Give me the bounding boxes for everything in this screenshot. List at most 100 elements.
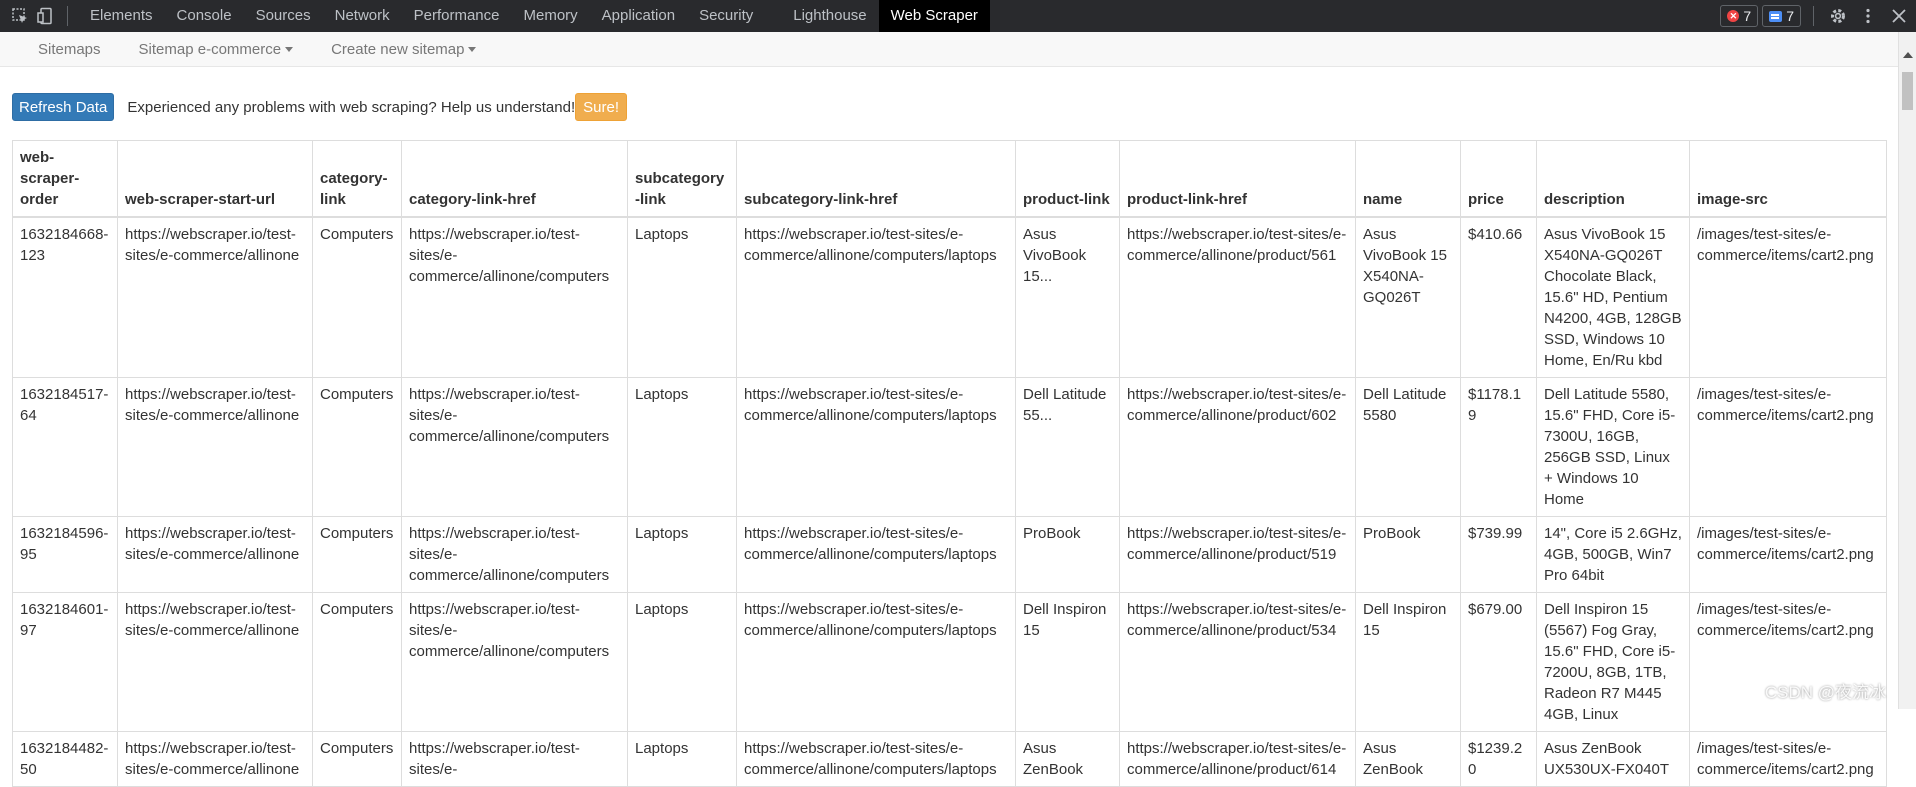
table-cell-web-scraper-start-url: https://webscraper.io/test-sites/e-comme… xyxy=(117,377,313,517)
table-cell-category-link-href: https://webscraper.io/test-sites/e-comme… xyxy=(401,516,628,593)
column-header-subcategory-link: subcategory-link xyxy=(627,140,737,218)
toolbar-divider-right xyxy=(1813,6,1814,26)
table-cell-category-link-href: https://webscraper.io/test-sites/e-comme… xyxy=(401,592,628,732)
table-cell-product-link: Asus VivoBook 15... xyxy=(1015,216,1120,378)
devtools-tabs: Elements Console Sources Network Performance… xyxy=(78,0,990,32)
tab-console[interactable]: Console xyxy=(165,0,244,32)
table-cell-category-link-href: https://webscraper.io/test-sites/e-comme… xyxy=(401,377,628,517)
column-header-image-src: image-src xyxy=(1689,140,1887,218)
table-cell-subcategory-link: Laptops xyxy=(627,592,737,732)
inspect-element-icon[interactable] xyxy=(7,0,33,32)
table-cell-category-link: Computers xyxy=(312,216,402,378)
table-body: 1632184668-123 https://webscraper.io/test… xyxy=(12,216,1887,787)
refresh-data-button[interactable]: Refresh Data xyxy=(12,93,115,121)
data-toolbar: Refresh Data Experienced any problems wi… xyxy=(12,93,627,121)
tab-elements[interactable]: Elements xyxy=(78,0,165,32)
table-cell-image-src: /images/test-sites/e-commerce/items/cart… xyxy=(1689,216,1887,378)
table-row: 1632184517-64 https://webscraper.io/test-… xyxy=(12,377,1887,517)
device-toolbar-icon[interactable] xyxy=(33,0,59,32)
error-count-badge[interactable]: ✕ 7 xyxy=(1720,5,1759,27)
table-cell-subcategory-link-href: https://webscraper.io/test-sites/e-comme… xyxy=(736,377,1016,517)
table-cell-price: $739.99 xyxy=(1460,516,1537,593)
table-cell-web-scraper-order: 1632184482-50 xyxy=(12,731,118,787)
table-cell-product-link: ProBook xyxy=(1015,516,1120,593)
error-icon: ✕ xyxy=(1727,10,1740,22)
nav-sitemap-dropdown[interactable]: Sitemap e-commerce xyxy=(120,41,313,58)
table-cell-image-src: /images/test-sites/e-commerce/items/cart… xyxy=(1689,377,1887,517)
table-cell-image-src: /images/test-sites/e-commerce/items/cart… xyxy=(1689,731,1887,787)
tab-application[interactable]: Application xyxy=(590,0,687,32)
nav-sitemaps-label: Sitemaps xyxy=(38,40,101,58)
table-cell-category-link-href: https://webscraper.io/test-sites/e- xyxy=(401,731,628,787)
column-header-product-link-href: product-link-href xyxy=(1119,140,1356,218)
scrollbar-thumb[interactable] xyxy=(1902,72,1913,110)
scraper-navbar: Sitemaps Sitemap e-commerce Create new s… xyxy=(0,32,1898,67)
scroll-up-icon[interactable] xyxy=(1902,52,1913,58)
table-cell-product-link-href: https://webscraper.io/test-sites/e-comme… xyxy=(1119,731,1356,787)
table-cell-subcategory-link: Laptops xyxy=(627,216,737,378)
caret-down-icon xyxy=(468,46,477,52)
tab-memory[interactable]: Memory xyxy=(512,0,590,32)
tab-security[interactable]: Security xyxy=(687,0,765,32)
tab-lighthouse[interactable]: Lighthouse xyxy=(781,0,878,32)
table-cell-product-link-href: https://webscraper.io/test-sites/e-comme… xyxy=(1119,516,1356,593)
table-cell-web-scraper-order: 1632184601-97 xyxy=(12,592,118,732)
sure-button[interactable]: Sure! xyxy=(575,93,627,121)
table-cell-web-scraper-order: 1632184517-64 xyxy=(12,377,118,517)
table-cell-web-scraper-order: 1632184668-123 xyxy=(12,216,118,378)
table-cell-product-link: Dell Inspiron 15 xyxy=(1015,592,1120,732)
table-cell-price: $1239.20 xyxy=(1460,731,1537,787)
table-cell-subcategory-link-href: https://webscraper.io/test-sites/e-comme… xyxy=(736,516,1016,593)
more-options-icon[interactable] xyxy=(1854,0,1882,32)
table-cell-product-link-href: https://webscraper.io/test-sites/e-comme… xyxy=(1119,592,1356,732)
table-row: 1632184482-50 https://webscraper.io/test-… xyxy=(12,731,1887,787)
column-header-web-scraper-start-url: web-scraper-start-url xyxy=(117,140,313,218)
table-header-row: web-scraper-order web-scraper-start-url ca… xyxy=(12,140,1887,218)
error-count: 7 xyxy=(1743,8,1752,24)
message-count-badge[interactable]: 7 xyxy=(1762,5,1801,27)
column-header-category-link-href: category-link-href xyxy=(401,140,628,218)
column-header-product-link: product-link xyxy=(1015,140,1120,218)
column-header-web-scraper-order: web-scraper-order xyxy=(12,140,118,218)
message-icon xyxy=(1769,10,1783,22)
table-cell-price: $679.00 xyxy=(1460,592,1537,732)
nav-create-sitemap[interactable]: Create new sitemap xyxy=(312,41,495,58)
watermark: CSDN @夜流冰 xyxy=(1764,683,1886,702)
tab-network[interactable]: Network xyxy=(323,0,402,32)
nav-sitemap-label: Sitemap e-commerce xyxy=(138,40,282,58)
column-header-description: description xyxy=(1536,140,1690,218)
table-row: 1632184601-97 https://webscraper.io/test-… xyxy=(12,592,1887,732)
scraped-data-table: web-scraper-order web-scraper-start-url ca… xyxy=(12,140,1887,787)
vertical-scrollbar[interactable] xyxy=(1898,32,1916,709)
table-cell-subcategory-link-href: https://webscraper.io/test-sites/e-comme… xyxy=(736,731,1016,787)
gear-icon[interactable] xyxy=(1822,0,1854,32)
table-cell-category-link: Computers xyxy=(312,377,402,517)
table-cell-web-scraper-start-url: https://webscraper.io/test-sites/e-comme… xyxy=(117,592,313,732)
column-header-subcategory-link-href: subcategory-link-href xyxy=(736,140,1016,218)
table-cell-description: Asus VivoBook 15 X540NA-GQ026T Chocolate… xyxy=(1536,216,1690,378)
table-row: 1632184668-123 https://webscraper.io/test… xyxy=(12,216,1887,378)
table-cell-web-scraper-order: 1632184596-95 xyxy=(12,516,118,593)
nav-sitemaps[interactable]: Sitemaps xyxy=(0,41,120,58)
table-cell-subcategory-link: Laptops xyxy=(627,516,737,593)
table-cell-subcategory-link-href: https://webscraper.io/test-sites/e-comme… xyxy=(736,216,1016,378)
table-cell-category-link-href: https://webscraper.io/test-sites/e-comme… xyxy=(401,216,628,378)
table-cell-category-link: Computers xyxy=(312,516,402,593)
column-header-price: price xyxy=(1460,140,1537,218)
tab-performance[interactable]: Performance xyxy=(402,0,512,32)
table-cell-subcategory-link-href: https://webscraper.io/test-sites/e-comme… xyxy=(736,592,1016,732)
table-row: 1632184596-95 https://webscraper.io/test-… xyxy=(12,516,1887,593)
column-header-category-link: category-link xyxy=(312,140,402,218)
table-cell-price: $410.66 xyxy=(1460,216,1537,378)
table-cell-description: Dell Inspiron 15 (5567) Fog Gray, 15.6" … xyxy=(1536,592,1690,732)
tab-sources[interactable]: Sources xyxy=(244,0,323,32)
table-cell-category-link: Computers xyxy=(312,592,402,732)
table-cell-description: Asus ZenBook UX530UX-FX040T xyxy=(1536,731,1690,787)
tab-web-scraper[interactable]: Web Scraper xyxy=(878,0,990,32)
table-cell-product-link-href: https://webscraper.io/test-sites/e-comme… xyxy=(1119,216,1356,378)
table-cell-product-link: Dell Latitude 55... xyxy=(1015,377,1120,517)
table-cell-product-link: Asus ZenBook xyxy=(1015,731,1120,787)
close-icon[interactable] xyxy=(1882,0,1916,32)
table-cell-name: Asus ZenBook xyxy=(1355,731,1461,787)
nav-create-label: Create new sitemap xyxy=(331,40,465,58)
